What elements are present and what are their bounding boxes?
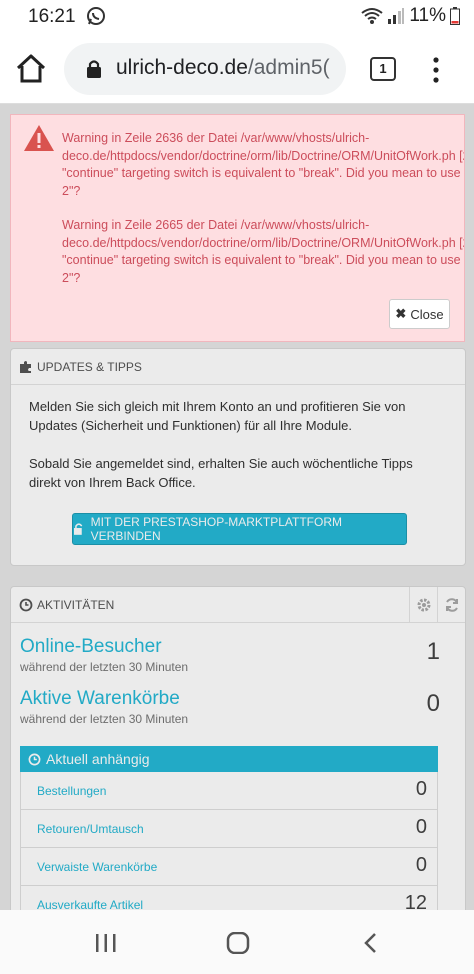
address-bar[interactable]: ulrich-deco.de/admin5( bbox=[64, 43, 346, 95]
warning-message-1: Warning in Zeile 2636 der Datei /var/www… bbox=[62, 131, 464, 198]
status-bar: 16:21 11% bbox=[0, 0, 474, 34]
signal-icon bbox=[388, 8, 405, 24]
home-icon[interactable] bbox=[14, 52, 48, 86]
wifi-icon bbox=[361, 8, 383, 24]
whatsapp-icon bbox=[87, 7, 105, 25]
close-label: Close bbox=[410, 306, 444, 322]
warning-text: Warning in Zeile 2636 der Datei /var/www… bbox=[62, 130, 464, 287]
browser-toolbar: ulrich-deco.de/admin5( 1 bbox=[0, 34, 474, 104]
tab-switcher-button[interactable]: 1 bbox=[370, 57, 396, 81]
warning-box: Warning in Zeile 2636 der Datei /var/www… bbox=[10, 114, 465, 342]
url-host: ulrich-deco.de bbox=[116, 56, 248, 79]
status-time: 16:21 bbox=[28, 6, 76, 27]
battery-percent: 11% bbox=[409, 5, 446, 26]
close-icon: ✖ bbox=[395, 306, 407, 321]
back-icon[interactable] bbox=[360, 932, 384, 954]
recent-apps-icon[interactable] bbox=[94, 932, 118, 954]
status-right: 11% bbox=[361, 5, 460, 27]
warning-message-2: Warning in Zeile 2665 der Datei /var/www… bbox=[62, 218, 464, 285]
home-nav-icon[interactable] bbox=[226, 932, 250, 954]
more-menu-icon[interactable] bbox=[428, 56, 444, 84]
url-text: ulrich-deco.de/admin5( bbox=[116, 56, 330, 80]
url-path: /admin5( bbox=[247, 56, 330, 79]
close-button[interactable]: ✖ Close bbox=[389, 299, 450, 329]
warning-icon bbox=[24, 125, 54, 151]
battery-icon bbox=[450, 7, 460, 25]
system-nav-bar bbox=[0, 910, 474, 974]
lock-icon bbox=[87, 60, 101, 78]
